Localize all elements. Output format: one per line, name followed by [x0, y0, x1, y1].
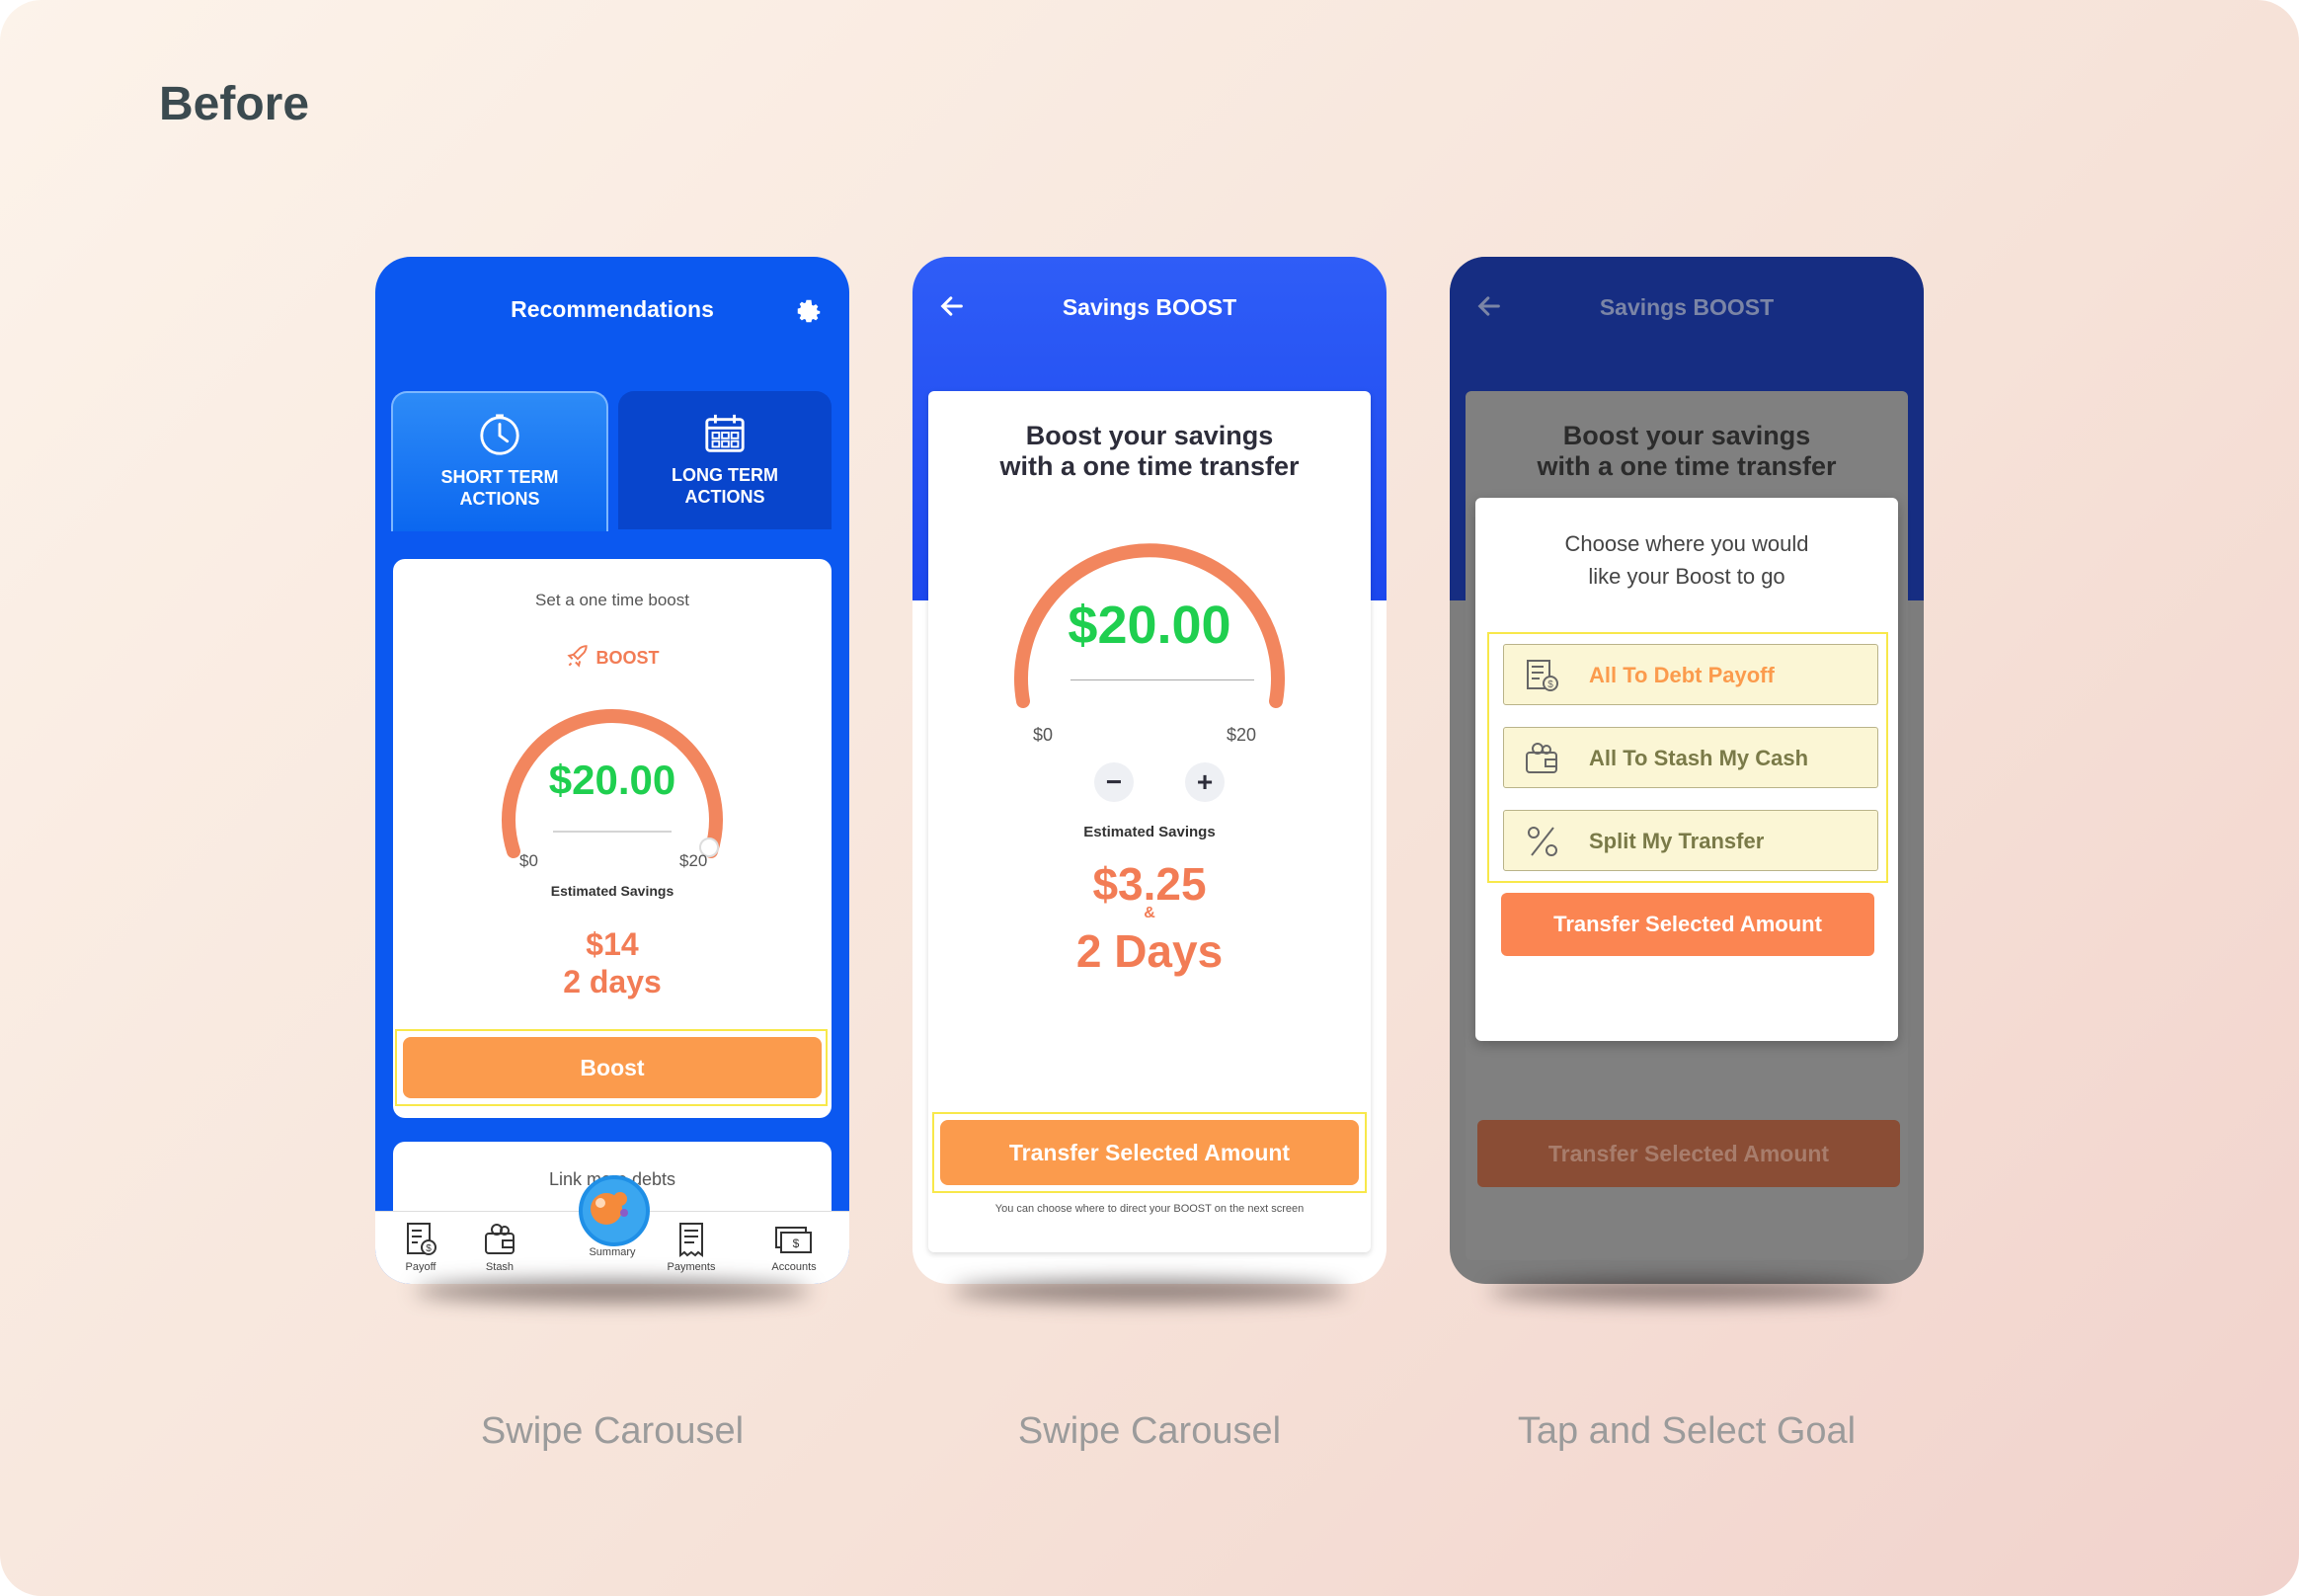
increase-button[interactable]: +	[1185, 762, 1225, 802]
screen-title: Recommendations	[511, 296, 714, 322]
range-max: $20	[1227, 725, 1257, 745]
range-min: $0	[519, 851, 538, 870]
screen-title: Savings BOOST	[1062, 294, 1237, 320]
tab-label-line1: SHORT TERM	[440, 467, 559, 487]
tabbar-payments[interactable]: Payments	[652, 1222, 731, 1273]
clock-icon	[480, 414, 519, 455]
estimated-days: 2 days	[563, 964, 662, 999]
debt-payoff-icon: $	[407, 1223, 436, 1255]
gear-icon[interactable]	[794, 296, 824, 326]
option-label: All To Debt Payoff	[1589, 663, 1775, 687]
modal-line2: like your Boost to go	[1588, 564, 1785, 589]
debt-payoff-icon: $	[1527, 660, 1558, 691]
destination-modal: Choose where you would like your Boost t…	[1475, 498, 1898, 1041]
wallet-icon	[485, 1224, 515, 1254]
screen-title: Savings BOOST	[1599, 294, 1775, 320]
caption-1: Swipe Carousel	[480, 1410, 745, 1452]
summary-button[interactable]	[579, 1175, 650, 1246]
estimated-days: 2 Days	[1075, 925, 1224, 977]
caption-2: Swipe Carousel	[1017, 1410, 1282, 1452]
modal-transfer-button[interactable]: Transfer Selected Amount	[1501, 893, 1874, 956]
caption-3: Tap and Select Goal	[1517, 1410, 1857, 1452]
receipt-icon	[679, 1223, 703, 1257]
options-highlight: $ All To Debt Payoff All To Stash My Cas…	[1487, 632, 1888, 883]
estimated-label: Estimated Savings	[550, 883, 674, 899]
phone-shadow	[415, 1280, 810, 1302]
phone-select-goal: Savings BOOST Boost your savings with a …	[1450, 257, 1924, 1284]
phone-savings-boost: Savings BOOST Boost your savings with a …	[912, 257, 1387, 1284]
phone-recommendations: Recommendations SHORT TERM ACTIONS LONG …	[375, 257, 849, 1284]
option-split-transfer[interactable]: Split My Transfer	[1503, 810, 1878, 871]
boost-card: Set a one time boost BOOST $20.00 $0 $20…	[393, 559, 832, 1118]
accounts-icon: $	[775, 1227, 812, 1253]
range-max: $20	[679, 851, 708, 870]
estimated-value: $14	[586, 926, 639, 962]
tab-label-line2: ACTIONS	[684, 487, 765, 507]
heading-line2: with a one time transfer	[999, 451, 1300, 481]
heading-line1: Boost your savings	[1025, 421, 1274, 450]
tab-label-line2: ACTIONS	[459, 489, 540, 509]
tabbar-payoff[interactable]: $ Payoff	[381, 1222, 460, 1273]
section-title: Before	[159, 78, 310, 130]
estimated-label: Estimated Savings	[1083, 824, 1216, 840]
transfer-note: You can choose where to direct your BOOS…	[994, 1203, 1305, 1215]
phone-shadow	[1489, 1280, 1884, 1302]
tabbar-accounts[interactable]: $ Accounts	[754, 1222, 833, 1273]
tab-long-term[interactable]: LONG TERM ACTIONS	[618, 391, 832, 529]
card-subtitle: Set a one time boost	[535, 591, 689, 609]
boost-heading: Boost your savings with a one time trans…	[928, 421, 1371, 482]
tabbar-label: Accounts	[771, 1261, 817, 1273]
mascot-icon	[591, 1192, 628, 1225]
tab-label-line1: LONG TERM	[672, 465, 778, 485]
boost-tag: BOOST	[393, 644, 832, 670]
boost-amount: $20.00	[548, 757, 676, 803]
calendar-icon	[705, 414, 745, 452]
option-debt-payoff[interactable]: $ All To Debt Payoff	[1503, 644, 1878, 705]
boost-tag-label: BOOST	[595, 648, 660, 668]
transfer-button-dimmed: Transfer Selected Amount	[1477, 1120, 1900, 1187]
tabbar-stash[interactable]: Stash	[460, 1222, 539, 1273]
modal-line1: Choose where you would	[1564, 531, 1809, 556]
modal-heading: Choose where you would like your Boost t…	[1475, 527, 1898, 593]
tabbar-label: Stash	[485, 1261, 515, 1273]
svg-text:$: $	[426, 1243, 432, 1254]
ampersand: &	[1144, 905, 1155, 921]
svg-text:$: $	[1547, 679, 1553, 690]
estimated-value: $3.25	[1092, 858, 1207, 910]
wallet-icon	[1526, 743, 1557, 773]
percent-icon	[1528, 827, 1557, 856]
tabbar-label: Payoff	[405, 1261, 436, 1273]
heading-line1: Boost your savings	[1562, 421, 1811, 450]
canvas: Before Recommendations SHORT TERM ACTION…	[0, 0, 2299, 1596]
phone-shadow	[952, 1280, 1347, 1302]
transfer-button[interactable]: Transfer Selected Amount	[940, 1120, 1359, 1185]
range-min: $0	[1033, 725, 1054, 745]
decrease-button[interactable]: −	[1094, 762, 1134, 802]
boost-heading: Boost your savings with a one time trans…	[1466, 421, 1908, 482]
boost-amount: $20.00	[1068, 596, 1231, 655]
tabbar-label: Payments	[667, 1261, 716, 1273]
option-stash-cash[interactable]: All To Stash My Cash	[1503, 727, 1878, 788]
boost-card: Boost your savings with a one time trans…	[928, 391, 1371, 1252]
boost-button[interactable]: Boost	[403, 1037, 822, 1098]
heading-line2: with a one time transfer	[1537, 451, 1837, 481]
option-label: Split My Transfer	[1589, 829, 1765, 853]
amount-underline	[1070, 679, 1254, 680]
option-label: All To Stash My Cash	[1589, 746, 1809, 770]
svg-text:$: $	[793, 1237, 800, 1250]
tabbar-label: Summary	[589, 1246, 636, 1258]
rocket-icon	[567, 645, 589, 668]
tab-short-term[interactable]: SHORT TERM ACTIONS	[391, 391, 608, 531]
